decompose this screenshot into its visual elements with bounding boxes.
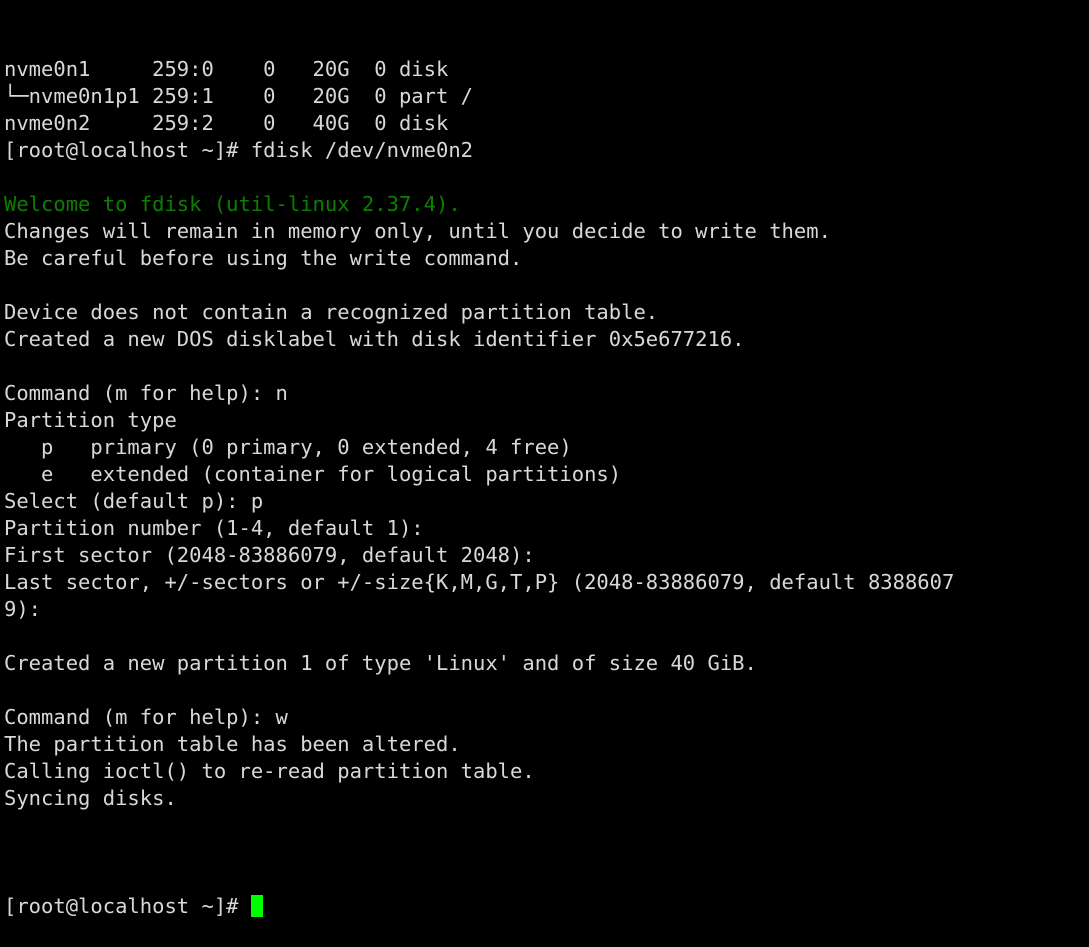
command-prompt-w: Command (m for help): w [4,705,288,729]
created-disklabel: Created a new DOS disklabel with disk id… [4,327,745,351]
first-sector: First sector (2048-83886079, default 204… [4,543,548,567]
fdisk-welcome: Welcome to fdisk (util-linux 2.37.4). [4,192,461,216]
shell-prompt: [root@localhost ~]# [4,894,251,918]
lsblk-row-nvme0n1p1: └─nvme0n1p1 259:1 0 20G 0 part / [4,84,473,108]
partition-type-e: e extended (container for logical partit… [4,462,622,486]
blank-5 [4,677,1089,704]
table-altered: The partition table has been altered. [4,732,461,756]
terminal-prompt-line: [root@localhost ~]# [4,893,1089,920]
blank-4 [4,623,1089,650]
fdisk-careful-notice: Be careful before using the write comman… [4,246,523,270]
last-sector-wrap-1: Last sector, +/-sectors or +/-size{K,M,G… [4,570,955,594]
last-sector-wrap-2: 9): [4,597,54,621]
terminal-screen[interactable]: nvme0n1 259:0 0 20G 0 disk └─nvme0n1p1 2… [0,0,1089,918]
calling-ioctl: Calling ioctl() to re-read partition tab… [4,759,535,783]
blank-6 [4,812,1089,839]
lsblk-row-nvme0n2: nvme0n2 259:2 0 40G 0 disk [4,111,461,135]
partition-number: Partition number (1-4, default 1): [4,516,436,540]
blank-1 [4,164,1089,191]
blank-2 [4,272,1089,299]
no-partition-table: Device does not contain a recognized par… [4,300,659,324]
terminal-scrollback: nvme0n1 259:0 0 20G 0 disk └─nvme0n1p1 2… [4,56,1089,839]
select-default-p: Select (default p): p [4,489,264,513]
prompt-fdisk-command: [root@localhost ~]# fdisk /dev/nvme0n2 [4,138,473,162]
command-prompt-n: Command (m for help): n [4,381,288,405]
blank-3 [4,353,1089,380]
lsblk-row-nvme0n1: nvme0n1 259:0 0 20G 0 disk [4,57,461,81]
partition-type-header: Partition type [4,408,177,432]
text-cursor[interactable] [250,895,263,917]
fdisk-memory-notice: Changes will remain in memory only, unti… [4,219,831,243]
partition-type-p: p primary (0 primary, 0 extended, 4 free… [4,435,572,459]
created-partition: Created a new partition 1 of type 'Linux… [4,651,757,675]
syncing-disks: Syncing disks. [4,786,177,810]
